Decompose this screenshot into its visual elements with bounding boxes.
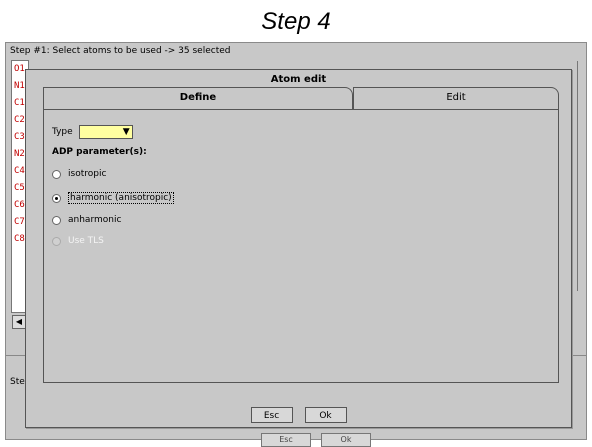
define-panel: Type ▼ ADP parameter(s): isotropic harmo… [43, 109, 559, 383]
radio-selected-icon[interactable] [52, 193, 61, 203]
dropdown-arrow-icon[interactable]: ▼ [123, 126, 130, 139]
radio-circle-icon[interactable] [52, 215, 61, 225]
esc-button[interactable]: Esc [250, 407, 293, 423]
radio-label[interactable]: isotropic [68, 169, 106, 179]
dialog-title: Atom edit [270, 74, 327, 85]
radio-label[interactable]: harmonic (anisotropic) [68, 192, 174, 204]
radio-harmonic[interactable]: harmonic (anisotropic) [52, 192, 174, 204]
radio-label: Use TLS [68, 236, 104, 246]
scroll-left-icon[interactable]: ◀ [12, 315, 26, 329]
radio-anharmonic[interactable]: anharmonic [52, 215, 121, 225]
adp-heading: ADP parameter(s): [52, 147, 147, 157]
bg-ok-button[interactable]: Ok [321, 433, 371, 447]
scrollbar-track [577, 61, 578, 291]
bg-esc-button[interactable]: Esc [261, 433, 311, 447]
tab-define[interactable]: Define [43, 87, 353, 109]
radio-isotropic[interactable]: isotropic [52, 169, 106, 179]
type-label: Type [52, 127, 73, 137]
radio-use-tls: Use TLS [52, 236, 104, 246]
radio-circle-icon[interactable] [52, 169, 61, 179]
step-title: Step #1: Select atoms to be used -> 35 s… [10, 46, 231, 56]
type-select[interactable]: ▼ [78, 125, 133, 139]
tab-edit[interactable]: Edit [353, 87, 559, 109]
background-buttons: Esc Ok [261, 427, 381, 447]
step-caption: Step 4 [261, 8, 331, 35]
type-row: Type ▼ [52, 125, 133, 139]
atom-edit-dialog: Atom edit Define Edit Type ▼ ADP paramet… [25, 69, 572, 428]
dialog-buttons: Esc Ok [26, 403, 571, 423]
ok-button[interactable]: Ok [304, 407, 347, 423]
radio-label[interactable]: anharmonic [68, 215, 121, 225]
radio-circle-icon [52, 236, 61, 246]
